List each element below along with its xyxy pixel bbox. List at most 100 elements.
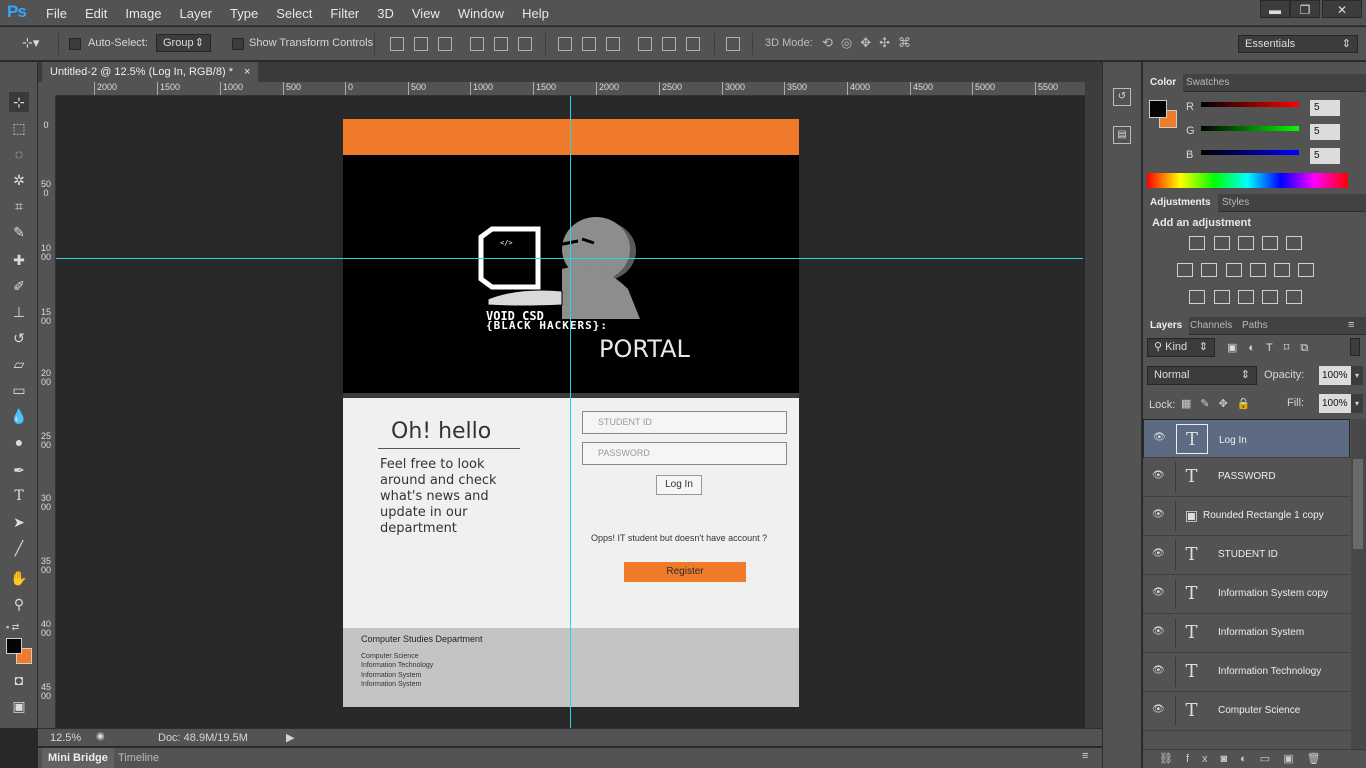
eye-icon[interactable]: 👁 xyxy=(1152,509,1165,521)
align-left-icon[interactable] xyxy=(470,37,484,51)
path-selection-icon[interactable]: ➤ xyxy=(9,512,29,532)
properties-panel-icon[interactable]: ▤ xyxy=(1113,126,1131,144)
zoom-tool-icon[interactable]: ⚲ xyxy=(9,594,29,614)
lock-icons[interactable]: ▦✎✥🔒 xyxy=(1181,397,1260,410)
tab-adjustments[interactable]: Adjustments xyxy=(1143,194,1218,212)
black-white-icon[interactable] xyxy=(1226,263,1242,277)
screen-mode-icon[interactable]: ▣ xyxy=(9,696,29,716)
student-id-field[interactable]: STUDENT ID xyxy=(582,411,787,434)
opacity-arrow-icon[interactable]: ▾ xyxy=(1351,366,1363,385)
curves-icon[interactable] xyxy=(1238,236,1254,250)
eye-icon[interactable]: 👁 xyxy=(1152,548,1165,560)
align-bottom-icon[interactable] xyxy=(438,37,452,51)
horizontal-ruler[interactable]: 2000 1500 1000 500 0 500 1000 1500 2000 … xyxy=(56,82,1085,96)
color-lookup-icon[interactable] xyxy=(1298,263,1314,277)
menu-window[interactable]: Window xyxy=(458,6,504,21)
move-tool-preset-icon[interactable]: ⊹▾ xyxy=(22,35,39,51)
close-window-button[interactable]: ✕ xyxy=(1322,0,1362,18)
brush-tool-icon[interactable]: ✐ xyxy=(9,276,29,296)
eye-icon[interactable]: 👁 xyxy=(1152,587,1165,599)
red-slider[interactable] xyxy=(1201,102,1299,107)
menu-3d[interactable]: 3D xyxy=(377,6,394,21)
red-value[interactable]: 5 xyxy=(1310,100,1340,116)
distribute-left-icon[interactable] xyxy=(638,37,652,51)
eye-icon[interactable]: 👁 xyxy=(1153,432,1166,444)
fill-arrow-icon[interactable]: ▾ xyxy=(1351,394,1363,413)
photo-filter-icon[interactable] xyxy=(1250,263,1266,277)
menu-image[interactable]: Image xyxy=(125,6,161,21)
distribute-hcenter-icon[interactable] xyxy=(662,37,676,51)
blend-mode-dropdown[interactable]: Normal ⇕ xyxy=(1147,366,1257,385)
invert-icon[interactable] xyxy=(1189,290,1205,304)
layer-row[interactable]: 👁 T Computer Science xyxy=(1143,692,1350,731)
horizontal-guide[interactable] xyxy=(56,258,1083,259)
close-tab-icon[interactable]: × xyxy=(244,66,250,78)
move-tool-icon[interactable]: ⊹ xyxy=(9,92,29,112)
posterize-icon[interactable] xyxy=(1214,290,1230,304)
pen-tool-icon[interactable]: ✒ xyxy=(9,460,29,480)
tab-timeline[interactable]: Timeline xyxy=(118,748,159,768)
clone-stamp-icon[interactable]: ⊥ xyxy=(9,302,29,322)
scrollbar-thumb[interactable] xyxy=(1353,459,1363,549)
type-tool-icon[interactable]: T xyxy=(9,486,29,506)
eye-icon[interactable]: 👁 xyxy=(1152,704,1165,716)
lasso-tool-icon[interactable]: ◌ xyxy=(9,144,29,164)
quick-mask-icon[interactable]: ◘ xyxy=(9,670,29,690)
auto-select-checkbox[interactable] xyxy=(69,38,81,50)
layers-scrollbar[interactable] xyxy=(1351,419,1366,749)
tab-mini-bridge[interactable]: Mini Bridge xyxy=(42,748,114,768)
export-icon[interactable]: ◉ xyxy=(96,731,105,742)
password-field[interactable]: PASSWORD xyxy=(582,442,787,465)
healing-brush-icon[interactable]: ✚ xyxy=(9,250,29,270)
distribute-vcenter-icon[interactable] xyxy=(582,37,596,51)
threshold-icon[interactable] xyxy=(1238,290,1254,304)
eyedropper-icon[interactable]: ✎ xyxy=(9,222,29,242)
document-canvas[interactable]: </> VOID CSD {BLACK HACKERS}: PORTAL Oh!… xyxy=(343,119,799,707)
vibrance-icon[interactable] xyxy=(1286,236,1302,250)
panel-menu-icon[interactable]: ≡ xyxy=(1082,750,1088,762)
menu-layer[interactable]: Layer xyxy=(180,6,213,21)
brightness-contrast-icon[interactable] xyxy=(1189,236,1205,250)
menu-edit[interactable]: Edit xyxy=(85,6,107,21)
panel-menu-icon[interactable]: ≡ xyxy=(1348,319,1354,331)
hue-saturation-icon[interactable] xyxy=(1177,263,1193,277)
login-button[interactable]: Log In xyxy=(656,475,702,495)
distribute-top-icon[interactable] xyxy=(558,37,572,51)
layer-row[interactable]: 👁 T Information System xyxy=(1143,614,1350,653)
opacity-input[interactable]: 100% xyxy=(1319,366,1351,385)
exposure-icon[interactable] xyxy=(1262,236,1278,250)
tab-paths[interactable]: Paths xyxy=(1235,317,1275,335)
eye-icon[interactable]: 👁 xyxy=(1152,626,1165,638)
minimize-button[interactable]: ▬ xyxy=(1260,0,1290,18)
distribute-bottom-icon[interactable] xyxy=(606,37,620,51)
history-panel-icon[interactable]: ↺ xyxy=(1113,88,1131,106)
layer-row[interactable]: 👁 T Information System copy xyxy=(1143,575,1350,614)
hand-tool-icon[interactable]: ✋ xyxy=(9,568,29,588)
foreground-color-swatch[interactable] xyxy=(6,638,22,654)
register-button[interactable]: Register xyxy=(624,562,746,582)
auto-align-icon[interactable] xyxy=(726,37,740,51)
eraser-tool-icon[interactable]: ▱ xyxy=(9,354,29,374)
align-hcenter-icon[interactable] xyxy=(494,37,508,51)
zoom-level[interactable]: 12.5% xyxy=(50,732,81,744)
distribute-right-icon[interactable] xyxy=(686,37,700,51)
layer-filter-icons[interactable]: ▣◐T⌑⧉ xyxy=(1227,341,1319,355)
blur-tool-icon[interactable]: 💧 xyxy=(9,406,29,426)
eye-icon[interactable]: 👁 xyxy=(1152,470,1165,482)
green-value[interactable]: 5 xyxy=(1310,124,1340,140)
layers-footer-icons[interactable]: ⛓fx◙◐▭▣🗑 xyxy=(1143,749,1366,768)
history-brush-icon[interactable]: ↺ xyxy=(9,328,29,348)
align-vcenter-icon[interactable] xyxy=(414,37,428,51)
tab-color[interactable]: Color xyxy=(1143,74,1184,92)
vertical-ruler[interactable]: 0 500 1000 1500 2000 2500 3000 3500 4000… xyxy=(38,96,56,728)
blue-slider[interactable] xyxy=(1201,150,1299,155)
vertical-guide[interactable] xyxy=(570,96,571,728)
blue-value[interactable]: 5 xyxy=(1310,148,1340,164)
menu-help[interactable]: Help xyxy=(522,6,549,21)
gradient-map-icon[interactable] xyxy=(1286,290,1302,304)
restore-button[interactable]: ❐ xyxy=(1290,0,1320,18)
color-balance-icon[interactable] xyxy=(1201,263,1217,277)
green-slider[interactable] xyxy=(1201,126,1299,131)
color-spectrum[interactable] xyxy=(1147,173,1348,188)
menu-select[interactable]: Select xyxy=(276,6,312,21)
